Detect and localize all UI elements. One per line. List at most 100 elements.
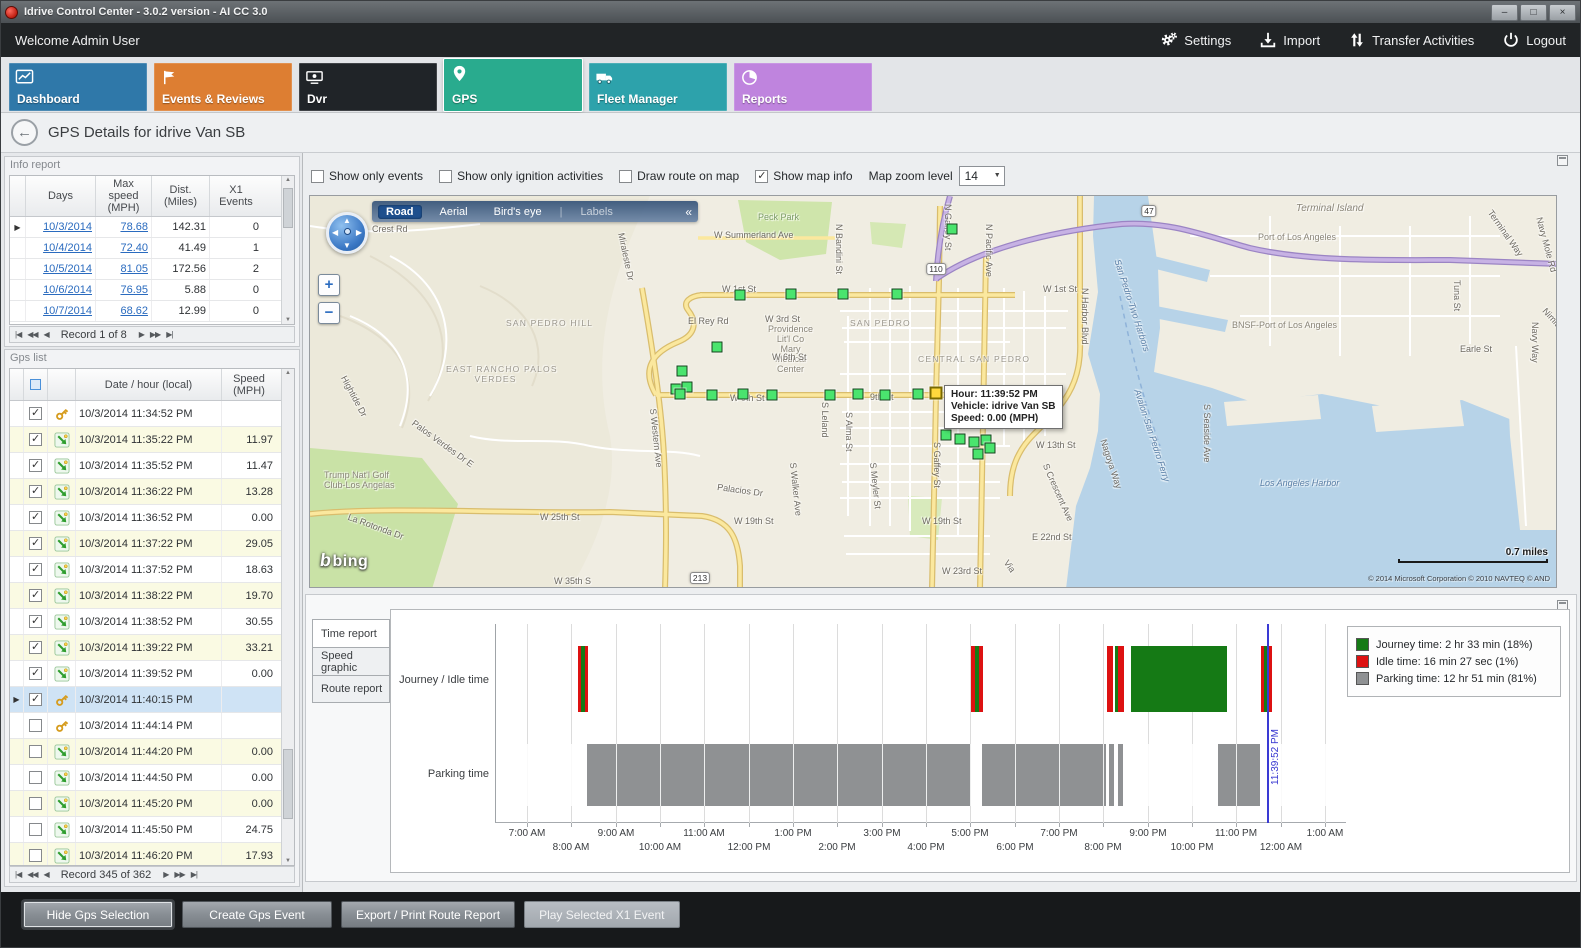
row-checkbox[interactable] — [24, 453, 48, 478]
max-speed-link[interactable]: 78.68 — [96, 217, 152, 237]
gps-marker[interactable] — [707, 390, 718, 401]
checkbox[interactable] — [755, 170, 768, 183]
gps-list-row[interactable]: 10/3/2014 11:36:22 PM13.28 — [10, 479, 294, 505]
row-checkbox[interactable] — [24, 739, 48, 764]
gps-marker[interactable] — [947, 224, 958, 235]
minimize-button[interactable]: – — [1491, 4, 1518, 21]
gps-marker[interactable] — [955, 434, 966, 445]
gps-list-row[interactable]: ▶10/3/2014 11:40:15 PM — [10, 687, 294, 713]
col-speed[interactable]: Speed (MPH) — [222, 369, 276, 400]
row-checkbox[interactable] — [24, 661, 48, 686]
gps-list-row[interactable]: 10/3/2014 11:35:22 PM11.97 — [10, 427, 294, 453]
gps-marker[interactable] — [880, 390, 891, 401]
gps-list-row[interactable]: 10/3/2014 11:45:20 PM0.00 — [10, 791, 294, 817]
pager-next-page[interactable]: ▶▶ — [174, 870, 184, 879]
gps-list-row[interactable]: 10/3/2014 11:44:14 PM — [10, 713, 294, 739]
gps-marker[interactable] — [941, 430, 952, 441]
row-checkbox[interactable] — [24, 791, 48, 816]
selected-gps-marker[interactable] — [930, 387, 943, 400]
row-checkbox[interactable] — [24, 401, 48, 426]
gps-list-row[interactable]: 10/3/2014 11:44:50 PM0.00 — [10, 765, 294, 791]
pager-next-page[interactable]: ▶▶ — [150, 330, 160, 339]
row-checkbox[interactable] — [24, 765, 48, 790]
toolbar-checkbox-3[interactable]: Show map info — [755, 169, 852, 183]
map-style-3[interactable]: Labels — [572, 205, 620, 219]
row-checkbox[interactable] — [24, 687, 48, 712]
gps-list-row[interactable]: 10/3/2014 11:36:52 PM0.00 — [10, 505, 294, 531]
pager-prev[interactable]: ◀ — [44, 330, 49, 339]
gps-list-row[interactable]: 10/3/2014 11:38:22 PM19.70 — [10, 583, 294, 609]
footer-button-2[interactable]: Export / Print Route Report — [341, 901, 515, 928]
info-report-row[interactable]: 10/7/201468.6212.990 — [10, 301, 294, 322]
row-checkbox[interactable] — [24, 531, 48, 556]
row-checkbox[interactable] — [24, 505, 48, 530]
topbar-import-button[interactable]: Import — [1259, 31, 1320, 49]
nav-tab-reports[interactable]: Reports — [734, 63, 872, 111]
info-report-scrollbar[interactable] — [281, 176, 294, 324]
pan-right-icon[interactable]: ▶ — [356, 228, 362, 237]
day-link[interactable]: 10/5/2014 — [26, 259, 96, 279]
max-speed-link[interactable]: 68.62 — [96, 301, 152, 321]
row-checkbox[interactable] — [24, 479, 48, 504]
toolbar-checkbox-2[interactable]: Draw route on map — [619, 169, 739, 183]
checkbox[interactable] — [311, 170, 324, 183]
pager-last[interactable]: ▶| — [191, 870, 197, 879]
pager-next[interactable]: ▶ — [139, 330, 144, 339]
row-checkbox[interactable] — [24, 583, 48, 608]
info-report-row[interactable]: 10/5/201481.05172.562 — [10, 259, 294, 280]
gps-marker[interactable] — [735, 290, 746, 301]
gps-marker[interactable] — [892, 289, 903, 300]
max-speed-link[interactable]: 72.40 — [96, 238, 152, 258]
pager-prev[interactable]: ◀ — [44, 870, 49, 879]
topbar-transfer-button[interactable]: Transfer Activities — [1348, 31, 1474, 49]
day-link[interactable]: 10/6/2014 — [26, 280, 96, 300]
gps-list-row[interactable]: 10/3/2014 11:39:22 PM33.21 — [10, 635, 294, 661]
time-cursor-line[interactable] — [1267, 624, 1269, 823]
map-style-2[interactable]: Bird's eye — [486, 205, 550, 219]
gps-marker[interactable] — [712, 342, 723, 353]
gps-marker[interactable] — [969, 437, 980, 448]
map-maximize-icon[interactable] — [1557, 155, 1568, 166]
nav-tab-fleet[interactable]: Fleet Manager — [589, 63, 727, 111]
gps-list-row[interactable]: 10/3/2014 11:46:20 PM17.93 — [10, 843, 294, 866]
day-link[interactable]: 10/4/2014 — [26, 238, 96, 258]
pan-down-icon[interactable]: ▼ — [343, 241, 351, 250]
info-report-row[interactable]: 10/6/201476.955.880 — [10, 280, 294, 301]
gps-marker[interactable] — [913, 389, 924, 400]
pan-up-icon[interactable]: ▲ — [343, 216, 351, 225]
row-checkbox[interactable] — [24, 713, 48, 738]
row-checkbox[interactable] — [24, 635, 48, 660]
max-speed-link[interactable]: 81.05 — [96, 259, 152, 279]
gps-marker[interactable] — [853, 389, 864, 400]
info-report-row[interactable]: 10/4/201472.4041.491 — [10, 238, 294, 259]
zoom-level-select[interactable]: 14 — [959, 166, 1005, 186]
row-checkbox[interactable] — [24, 427, 48, 452]
pager-prev-page[interactable]: ◀◀ — [27, 870, 37, 879]
report-tab-0[interactable]: Time report — [312, 619, 390, 647]
report-tab-1[interactable]: Speed graphic — [312, 647, 390, 675]
nav-tab-dvr[interactable]: Dvr — [299, 63, 437, 111]
nav-tab-events[interactable]: Events & Reviews — [154, 63, 292, 111]
map-style-0[interactable]: Road — [378, 205, 422, 219]
gps-marker[interactable] — [738, 389, 749, 400]
pager-prev-page[interactable]: ◀◀ — [27, 330, 37, 339]
gps-marker[interactable] — [825, 390, 836, 401]
pan-left-icon[interactable]: ◀ — [332, 228, 338, 237]
zoom-out-button[interactable]: − — [318, 302, 340, 324]
gps-list-row[interactable]: 10/3/2014 11:37:22 PM29.05 — [10, 531, 294, 557]
nav-tab-gps[interactable]: GPS — [444, 59, 582, 111]
day-link[interactable]: 10/7/2014 — [26, 301, 96, 321]
topbar-settings-button[interactable]: Settings — [1160, 31, 1231, 49]
row-checkbox[interactable] — [24, 817, 48, 842]
footer-button-3[interactable]: Play Selected X1 Event — [524, 901, 679, 928]
toolbar-checkbox-0[interactable]: Show only events — [311, 169, 423, 183]
gps-list-row[interactable]: 10/3/2014 11:44:20 PM0.00 — [10, 739, 294, 765]
info-report-row[interactable]: ▶10/3/201478.68142.310 — [10, 217, 294, 238]
back-button[interactable]: ← — [11, 119, 38, 146]
col-days[interactable]: Days — [26, 176, 96, 216]
gps-list-row[interactable]: 10/3/2014 11:45:50 PM24.75 — [10, 817, 294, 843]
pager-first[interactable]: |◀ — [15, 870, 21, 879]
footer-button-0[interactable]: Hide Gps Selection — [23, 901, 173, 928]
day-link[interactable]: 10/3/2014 — [26, 217, 96, 237]
gps-marker[interactable] — [675, 389, 686, 400]
